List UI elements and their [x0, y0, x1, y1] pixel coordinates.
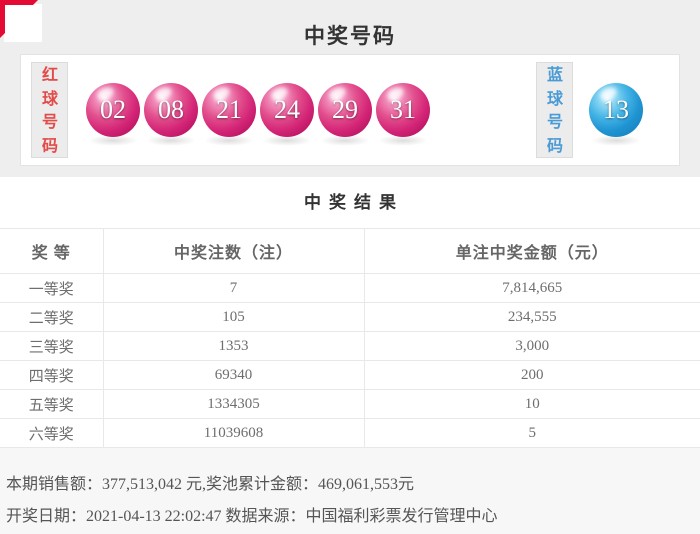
corner-ribbon-top-bar	[0, 0, 38, 5]
page-title: 中奖号码	[304, 24, 396, 48]
sales-summary-line: 本期销售额：377,513,042 元,奖池累计金额：469,061,553元	[6, 476, 415, 493]
count-cell: 1353	[102, 331, 364, 361]
count-cell: 69340	[102, 360, 364, 390]
results-title: 中奖结果	[304, 193, 404, 212]
tier-cell: 三等奖	[0, 331, 103, 361]
table-row: 二等奖 105 234,555	[0, 302, 700, 332]
count-cell: 11039608	[102, 418, 364, 448]
tier-cell: 六等奖	[0, 418, 103, 448]
table-row: 四等奖 69340 200	[0, 360, 700, 390]
column-header-tier: 奖 等	[0, 228, 103, 274]
table-row: 一等奖 7 7,814,665	[0, 273, 700, 303]
table-row: 六等奖 11039608 5	[0, 418, 700, 448]
amount-cell: 10	[363, 389, 700, 419]
red-ball: 02	[86, 83, 140, 146]
tier-cell: 五等奖	[0, 389, 103, 419]
red-ball: 08	[144, 83, 198, 146]
draw-date-line: 开奖日期：2021-04-13 22:02:47 数据来源：中国福利彩票发行管理…	[6, 508, 498, 525]
winning-numbers-section: 中奖号码 红球号码 02 08 21 24 29 31 蓝球号码 13	[0, 0, 700, 177]
tier-cell: 二等奖	[0, 302, 103, 332]
red-ball: 21	[202, 83, 256, 146]
results-table: 奖 等 中奖注数（注） 单注中奖金额（元） 一等奖 7 7,814,665 二等…	[0, 228, 700, 448]
red-balls-group: 02 08 21 24 29 31	[86, 83, 430, 146]
blue-ball: 13	[589, 83, 643, 146]
column-header-amount: 单注中奖金额（元）	[363, 228, 700, 274]
table-row: 三等奖 1353 3,000	[0, 331, 700, 361]
column-header-count: 中奖注数（注）	[102, 228, 364, 274]
count-cell: 7	[102, 273, 364, 303]
count-cell: 1334305	[102, 389, 364, 419]
summary-footer: 本期销售额：377,513,042 元,奖池累计金额：469,061,553元 …	[0, 448, 700, 534]
table-header-row: 奖 等 中奖注数（注） 单注中奖金额（元）	[0, 228, 700, 274]
red-ball: 24	[260, 83, 314, 146]
red-ball: 31	[376, 83, 430, 146]
amount-cell: 200	[363, 360, 700, 390]
count-cell: 105	[102, 302, 364, 332]
red-balls-label: 红球号码	[31, 62, 68, 158]
blue-ball-label: 蓝球号码	[536, 62, 573, 158]
tier-cell: 四等奖	[0, 360, 103, 390]
tier-cell: 一等奖	[0, 273, 103, 303]
red-ball: 29	[318, 83, 372, 146]
amount-cell: 234,555	[363, 302, 700, 332]
drawn-numbers-panel: 红球号码 02 08 21 24 29 31 蓝球号码 13	[20, 54, 680, 166]
amount-cell: 7,814,665	[363, 273, 700, 303]
amount-cell: 5	[363, 418, 700, 448]
table-row: 五等奖 1334305 10	[0, 389, 700, 419]
amount-cell: 3,000	[363, 331, 700, 361]
